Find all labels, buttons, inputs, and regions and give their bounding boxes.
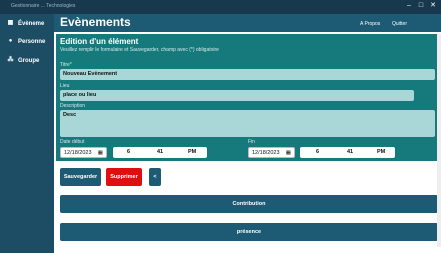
start-date-value: 12/18/2023 — [64, 149, 92, 156]
sidebar-item-personne[interactable]: ● Personne — [7, 38, 46, 45]
back-button[interactable]: < — [149, 168, 161, 186]
place-field[interactable]: place ou lieu — [60, 90, 414, 101]
end-ampm[interactable]: PM — [377, 149, 385, 155]
person-icon: ● — [8, 38, 13, 44]
start-label: Date début — [60, 139, 85, 145]
start-ampm[interactable]: PM — [188, 149, 196, 155]
end-date-value: 12/18/2023 — [252, 149, 280, 156]
description-field[interactable]: Desc — [60, 110, 435, 137]
title-label: Titre* — [60, 62, 72, 68]
sidebar-item-groupe[interactable]: ⁂ Groupe — [7, 57, 40, 64]
end-label: Fin — [248, 139, 255, 145]
page-header: Evènements A Propos Quitter — [54, 14, 441, 32]
end-date-picker[interactable]: 12/18/2023 ▦ — [248, 147, 295, 158]
window-titlebar: Gestionnaire ... Technologies – □ ✕ — [0, 0, 441, 14]
minimize-icon[interactable]: – — [405, 2, 413, 10]
contribution-button[interactable]: Contribution — [60, 195, 438, 213]
end-minute[interactable]: 41 — [347, 149, 353, 155]
calendar-icon: ▦ — [97, 149, 103, 156]
start-time-picker[interactable]: 6 41 PM — [113, 147, 207, 158]
sidebar-item-evenements[interactable]: ▦ Évèneme — [7, 20, 45, 27]
sidebar-item-label: Évèneme — [18, 20, 45, 27]
form-subtitle: Veuillez remplir le formulaire et Sauveg… — [60, 47, 219, 53]
calendar-icon: ▦ — [285, 149, 291, 156]
start-hour[interactable]: 6 — [127, 149, 130, 155]
window-controls: – □ ✕ — [405, 2, 437, 10]
description-label: Description — [60, 103, 86, 109]
start-minute[interactable]: 41 — [157, 149, 163, 155]
end-time-picker[interactable]: 6 41 PM — [300, 147, 395, 158]
presence-button[interactable]: présence — [60, 223, 438, 241]
start-date-picker[interactable]: 12/18/2023 ▦ — [60, 147, 107, 158]
close-icon[interactable]: ✕ — [429, 2, 437, 10]
sidebar-item-label: Personne — [18, 38, 46, 45]
maximize-icon[interactable]: □ — [417, 2, 425, 10]
title-field[interactable]: Nouveau Evènement — [60, 69, 435, 80]
save-button[interactable]: Sauvegarder — [60, 168, 101, 186]
delete-button[interactable]: Supprimer — [106, 168, 142, 186]
edit-form-panel: Edition d'un élément Veuillez remplir le… — [56, 34, 441, 161]
scrollbar[interactable] — [437, 34, 441, 247]
app-window: Gestionnaire ... Technologies – □ ✕ ▦ Év… — [0, 0, 441, 253]
sidebar-item-label: Groupe — [18, 57, 40, 64]
sidebar: ▦ Évèneme ● Personne ⁂ Groupe — [0, 14, 54, 253]
calendar-icon: ▦ — [7, 20, 14, 26]
place-label: Lieu — [60, 83, 70, 89]
end-hour[interactable]: 6 — [316, 149, 319, 155]
form-title: Edition d'un élément — [60, 37, 139, 46]
group-icon: ⁂ — [7, 57, 14, 63]
window-title: Gestionnaire ... Technologies — [11, 3, 76, 9]
about-link[interactable]: A Propos — [360, 21, 380, 27]
page-title: Evènements — [60, 15, 131, 29]
quit-link[interactable]: Quitter — [392, 21, 407, 27]
